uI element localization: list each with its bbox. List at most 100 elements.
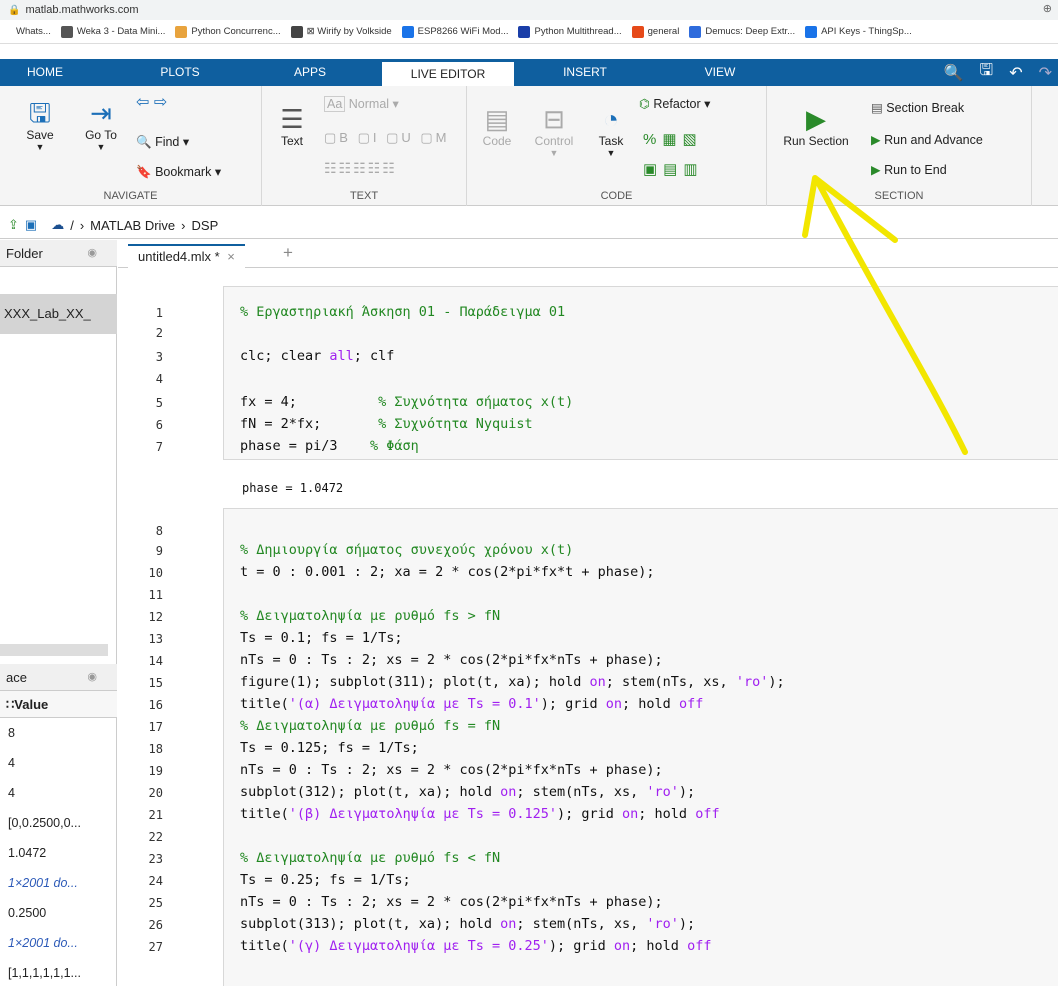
panel-options-icon[interactable]: ◉	[87, 664, 97, 691]
bookmark-item[interactable]: API Keys - ThingSp...	[805, 25, 912, 38]
indent-icons[interactable]: ▣▤▥	[643, 160, 704, 178]
save-button[interactable]: 🖫 Save ▼	[18, 98, 62, 152]
workspace-value-row[interactable]: 4	[0, 778, 117, 808]
run-to-end-button[interactable]: ▶ Run to End	[871, 162, 947, 177]
workspace-value-header[interactable]: ∷Value	[0, 691, 117, 718]
browse-folder-icon[interactable]: ▣	[25, 217, 37, 233]
save-icon[interactable]: 🖫	[980, 59, 994, 86]
code-line[interactable]: % Εργαστηριακή Άσκηση 01 - Παράδειγμα 01	[240, 304, 565, 320]
horizontal-scrollbar[interactable]	[0, 644, 108, 656]
editor-tab-untitled4[interactable]: untitled4.mlx * ×	[128, 244, 245, 268]
code-line[interactable]: % Δειγματοληψία με ρυθμό fs < fN	[240, 850, 500, 866]
bookmark-item[interactable]: ESP8266 WiFi Mod...	[401, 25, 508, 38]
code-line[interactable]: subplot(313); plot(t, xa); hold on; stem…	[240, 916, 695, 932]
back-forward-icon[interactable]: ⇦ ⇨	[136, 92, 167, 112]
zoom-icon[interactable]: ⊕	[1043, 2, 1052, 15]
code-line[interactable]: Ts = 0.25; fs = 1/Ts;	[240, 872, 411, 888]
find-button[interactable]: 🔍 Find ▾	[136, 134, 189, 150]
bookmark-item[interactable]: ⊠ Wirify by Volkside	[290, 25, 392, 38]
close-icon[interactable]: ×	[227, 249, 235, 264]
code-line[interactable]: subplot(312); plot(t, xa); hold on; stem…	[240, 784, 695, 800]
code-comment: % Εργαστηριακή Άσκηση 01 - Παράδειγμα 01	[240, 304, 566, 320]
browser-url-bar[interactable]: 🔒 matlab.mathworks.com ⊕	[0, 0, 1058, 20]
control-button[interactable]: ⊟ Control ▼	[529, 104, 579, 158]
bookmark-item[interactable]: Python Concurrenc...	[175, 25, 281, 38]
bookmark-item[interactable]: Demucs: Deep Extr...	[689, 25, 795, 38]
workspace-value-row[interactable]: 4	[0, 748, 117, 778]
search-icon[interactable]: 🔍	[944, 63, 964, 83]
line-number: 11	[148, 588, 163, 602]
bookmark-item[interactable]: Python Multithread...	[518, 25, 622, 38]
code-comment: % Συχνότητα σήματος x(t)	[378, 394, 574, 410]
undo-icon[interactable]: ↶	[1009, 63, 1022, 83]
workspace-value-row[interactable]: 1×2001 do...	[0, 868, 117, 898]
tab-live-editor[interactable]: LIVE EDITOR	[382, 59, 514, 86]
breadcrumb-matlab-drive[interactable]: MATLAB Drive	[90, 218, 175, 233]
workspace-panel-header: ace ◉	[0, 664, 117, 691]
list-align-buttons[interactable]: ☷☷☷☷☷	[324, 160, 397, 177]
breadcrumb-root[interactable]: /	[70, 218, 74, 233]
code-line[interactable]: % Δειγματοληψία με ρυθμό fs = fN	[240, 718, 500, 734]
folder-up-icon[interactable]: ⇪	[8, 217, 19, 233]
code-keyword: off	[678, 696, 704, 712]
folder-item[interactable]: XXX_Lab_XX_	[0, 294, 117, 334]
code-line[interactable]: clc; clear all; clf	[240, 348, 394, 364]
tab-insert[interactable]: INSERT	[530, 59, 640, 86]
tab-view[interactable]: VIEW	[660, 59, 780, 86]
code-line[interactable]: % Δημιουργία σήματος συνεχούς χρόνου x(t…	[240, 542, 573, 558]
bookmark-item[interactable]: general	[631, 25, 679, 38]
code-line[interactable]: phase = pi/3 % Φάση	[240, 438, 419, 454]
panel-options-icon[interactable]: ◉	[87, 240, 97, 267]
live-editor[interactable]: phase = 1.0472 1 % Εργαστηριακή Άσκηση 01…	[118, 268, 1058, 986]
tab-plots[interactable]: PLOTS	[130, 59, 230, 86]
code-line[interactable]: title('(β) Δειγματοληψία με Ts = 0.125')…	[240, 806, 720, 822]
code-keyword: on	[500, 784, 517, 800]
tab-apps[interactable]: APPS	[255, 59, 365, 86]
code-text: title(	[240, 806, 289, 822]
code-line[interactable]: Ts = 0.125; fs = 1/Ts;	[240, 740, 419, 756]
code-text: nTs = 0 : Ts : 2; xs = 2 * cos(2*pi*fx*n…	[240, 894, 663, 910]
add-tab-icon[interactable]: +	[283, 243, 293, 263]
navigate-label: NAVIGATE	[103, 190, 158, 202]
code-line[interactable]: title('(α) Δειγματοληψία με Ts = 0.1'); …	[240, 696, 703, 712]
run-end-icon: ▶	[871, 163, 881, 177]
code-button[interactable]: ▤ Code	[477, 104, 517, 148]
bookmark-item[interactable]: Weka 3 - Data Mini...	[60, 25, 165, 38]
breadcrumb-dsp[interactable]: DSP	[192, 218, 219, 233]
workspace-value-row[interactable]: [0,0.2500,0...	[0, 808, 117, 838]
section-break-button[interactable]: ▤ Section Break	[871, 100, 964, 115]
bookmark-item[interactable]: Whats...	[0, 25, 51, 38]
refactor-button[interactable]: ⌬ Refactor ▾	[639, 96, 710, 111]
redo-icon[interactable]: ↷	[1039, 63, 1052, 83]
workspace-value-row[interactable]: 8	[0, 718, 117, 748]
task-button[interactable]: ◔ Task ▼	[591, 104, 631, 158]
run-section-button[interactable]: ▶ Run Section	[773, 104, 859, 148]
task-icon: ◔	[603, 104, 619, 134]
goto-button[interactable]: ⇥ Go To ▼	[76, 98, 126, 152]
code-comment: % Συχνότητα Nyquist	[378, 416, 533, 432]
code-line[interactable]: fN = 2*fx; % Συχνότητα Nyquist	[240, 416, 533, 432]
chevron-down-icon: ▼	[606, 148, 616, 158]
code-line[interactable]: title('(γ) Δειγματοληψία με Ts = 0.25');…	[240, 938, 711, 954]
workspace-value-row[interactable]: [1,1,1,1,1,1...	[0, 958, 117, 986]
workspace-value-row[interactable]: 0.2500	[0, 898, 117, 928]
format-buttons[interactable]: ▢B ▢I ▢U ▢M	[324, 130, 449, 146]
comment-icons[interactable]: %▦▧	[643, 130, 703, 148]
workspace-value-row[interactable]: 1.0472	[0, 838, 117, 868]
code-line[interactable]: nTs = 0 : Ts : 2; xs = 2 * cos(2*pi*fx*n…	[240, 652, 663, 668]
code-line[interactable]: nTs = 0 : Ts : 2; xs = 2 * cos(2*pi*fx*n…	[240, 762, 663, 778]
style-dropdown[interactable]: Aa Normal ▾	[324, 96, 399, 112]
tab-home[interactable]: HOME	[0, 59, 90, 86]
code-line[interactable]: nTs = 0 : Ts : 2; xs = 2 * cos(2*pi*fx*n…	[240, 894, 663, 910]
bookmark-button[interactable]: 🔖 Bookmark ▾	[136, 164, 221, 180]
code-line[interactable]: % Δειγματοληψία με ρυθμό fs > fN	[240, 608, 500, 624]
text-button[interactable]: ☰ Text	[272, 104, 312, 148]
code-line[interactable]: fx = 4; % Συχνότητα σήματος x(t)	[240, 394, 573, 410]
code-line[interactable]: Ts = 0.1; fs = 1/Ts;	[240, 630, 403, 646]
code-line[interactable]: t = 0 : 0.001 : 2; xa = 2 * cos(2*pi*fx*…	[240, 564, 655, 580]
code-text: );	[678, 916, 696, 932]
code-line[interactable]: figure(1); subplot(311); plot(t, xa); ho…	[240, 674, 785, 690]
editor-tabs: untitled4.mlx * × +	[118, 240, 1058, 268]
workspace-value-row[interactable]: 1×2001 do...	[0, 928, 117, 958]
run-and-advance-button[interactable]: ▶ Run and Advance	[871, 132, 983, 147]
